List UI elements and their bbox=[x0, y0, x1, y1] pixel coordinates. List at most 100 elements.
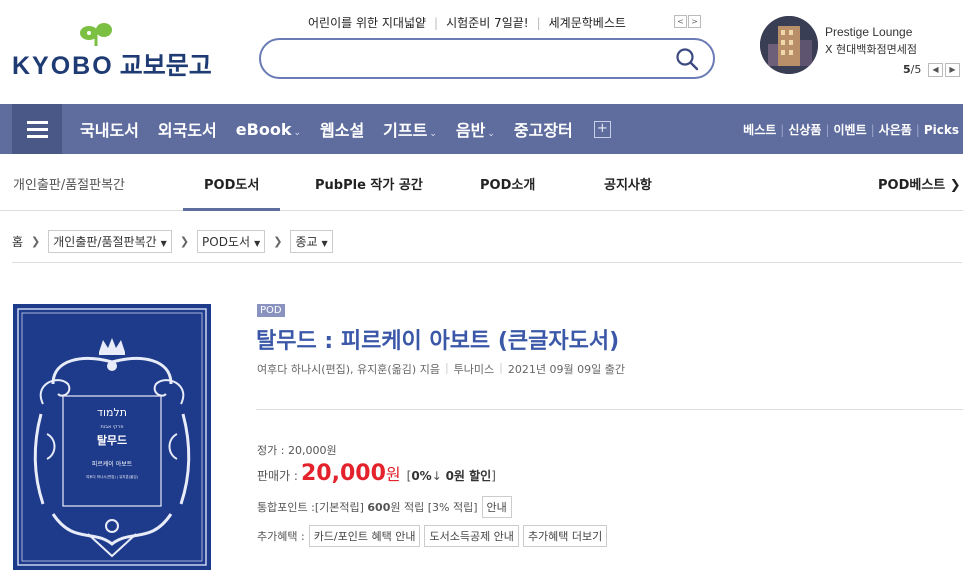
breadcrumb: 홈 ❯ 개인출판/품절판복간 ▼ ❯ POD도서 ▼ ❯ 종교 ▼ bbox=[12, 230, 333, 253]
promo-next-icon[interactable]: ▶ bbox=[945, 63, 960, 77]
divider bbox=[256, 409, 963, 410]
points-info-button[interactable]: 안내 bbox=[481, 496, 512, 518]
nav-item-music[interactable]: 음반 ⌄ bbox=[456, 117, 495, 141]
nav-items: 국내도서 외국도서 eBook ⌄ 웹소설 기프트 ⌄ 음반 ⌄ 중고장터 + bbox=[80, 104, 611, 154]
book-tax-deduction-button[interactable]: 도서소득공제 안내 bbox=[424, 525, 519, 547]
promo-pager: 5/5 bbox=[903, 63, 921, 76]
promo-prev-icon[interactable]: ◀ bbox=[928, 63, 943, 77]
divider: | bbox=[499, 361, 503, 374]
product-meta: 여후다 하나시(편집), 유지훈(옮김) 지음 | 투나미스 | 2021년 0… bbox=[257, 361, 625, 377]
cover-korean-title: 탈무드 bbox=[97, 434, 127, 447]
more-benefits-button[interactable]: 추가혜택 더보기 bbox=[522, 525, 608, 547]
chevron-down-icon: ⌄ bbox=[429, 129, 437, 139]
divider: | bbox=[536, 15, 541, 30]
nav-link-event[interactable]: 이벤트 bbox=[834, 121, 867, 138]
product-title: 탈무드 : 피르케이 아보트 (큰글자도서) bbox=[256, 329, 620, 354]
subnav-category[interactable]: 개인출판/품절판복간 bbox=[13, 174, 125, 193]
sale-price-row: 판매가 : 20,000 원 [0%↓ 0원 할인] bbox=[257, 461, 496, 486]
quick-link[interactable]: 어린이를 위한 지대넓얕 bbox=[308, 14, 426, 31]
discount-info: [0%↓ 0원 할인] bbox=[406, 469, 496, 483]
promo-thumbnail bbox=[760, 16, 818, 74]
nav-link-gifts[interactable]: 사은품 bbox=[879, 121, 912, 138]
tab-notice[interactable]: 공지사항 bbox=[604, 174, 652, 193]
divider: | bbox=[870, 122, 875, 137]
product-authors[interactable]: 여후다 하나시(편집), 유지훈(옮김) 지음 bbox=[257, 361, 440, 377]
hamburger-menu-icon[interactable] bbox=[12, 104, 62, 154]
product-pub-date: 2021년 09월 09일 출간 bbox=[507, 363, 625, 376]
points-rate: [3% 적립] bbox=[427, 501, 478, 514]
nav-link-best[interactable]: 베스트 bbox=[743, 121, 776, 138]
prev-arrow-icon[interactable]: < bbox=[674, 15, 687, 28]
quick-links: 어린이를 위한 지대넓얕 | 시험준비 7일끝! | 세계문학베스트 bbox=[308, 14, 626, 31]
sub-nav: 개인출판/품절판복간 POD도서 PubPle 작가 공간 POD소개 공지사항… bbox=[0, 154, 963, 211]
nav-item-ebook[interactable]: eBook ⌄ bbox=[236, 120, 301, 139]
promo-page-current: 5 bbox=[903, 63, 911, 76]
benefits-row: 추가혜택 : 카드/포인트 혜택 안내 도서소득공제 안내 추가혜택 더보기 bbox=[257, 525, 608, 547]
chevron-down-icon: ⌄ bbox=[293, 127, 301, 138]
divider: | bbox=[780, 122, 785, 137]
sale-price-unit: 원 bbox=[385, 465, 401, 484]
list-price: 20,000원 bbox=[287, 444, 337, 457]
kyobo-logo[interactable]: KYOBO 교보문고 bbox=[12, 22, 212, 80]
nav-link-new[interactable]: 신상품 bbox=[788, 121, 821, 138]
nav-link-picks[interactable]: Picks bbox=[924, 123, 959, 137]
plus-icon[interactable]: + bbox=[593, 120, 611, 138]
list-price-row: 정가 : 20,000원 bbox=[257, 442, 337, 458]
card-point-benefit-button[interactable]: 카드/포인트 혜택 안내 bbox=[308, 525, 421, 547]
search-bar bbox=[259, 38, 715, 79]
chevron-right-icon: ❯ bbox=[31, 235, 41, 248]
quick-links-pager: < > bbox=[674, 15, 702, 28]
breadcrumb-dropdown-religion[interactable]: 종교 ▼ bbox=[290, 230, 333, 253]
cover-hebrew-title: תלמוד bbox=[97, 406, 127, 419]
points-value: 600 bbox=[367, 500, 391, 514]
nav-item-web-novel[interactable]: 웹소설 bbox=[320, 117, 364, 141]
nav-item-gift[interactable]: 기프트 ⌄ bbox=[383, 117, 437, 141]
promo-page-total: /5 bbox=[910, 63, 922, 76]
cover-byline: 여후다 하나시(편집) | 유지훈(옮김) bbox=[86, 474, 138, 479]
chevron-right-icon: ❯ bbox=[273, 235, 283, 248]
list-price-label: 정가 : bbox=[257, 444, 288, 457]
search-icon[interactable] bbox=[675, 47, 699, 71]
discount-amount: 0원 할인 bbox=[445, 469, 492, 483]
points-row: 통합포인트 : [기본적립] 600 원 적립 [3% 적립] 안내 bbox=[257, 496, 512, 518]
breadcrumb-dropdown-category[interactable]: 개인출판/품절판복간 ▼ bbox=[48, 230, 172, 253]
sale-price-label: 판매가 : bbox=[257, 469, 298, 483]
search-input[interactable] bbox=[279, 49, 659, 69]
nav-item-used-market[interactable]: 중고장터 bbox=[514, 117, 573, 141]
nav-right-links: 베스트 | 신상품 | 이벤트 | 사은품 | Picks bbox=[743, 121, 959, 138]
points-basic: [기본적립] bbox=[314, 501, 364, 514]
quick-link[interactable]: 시험준비 7일끝! bbox=[446, 14, 529, 31]
main-nav: 국내도서 외국도서 eBook ⌄ 웹소설 기프트 ⌄ 음반 ⌄ 중고장터 + 베스트… bbox=[0, 104, 963, 154]
tab-pubple-author[interactable]: PubPle 작가 공간 bbox=[315, 174, 423, 193]
cover-hebrew-subtitle: פרקי אבות bbox=[100, 424, 123, 430]
divider: | bbox=[825, 122, 830, 137]
discount-pct: 0% bbox=[411, 469, 432, 483]
breadcrumb-dropdown-pod[interactable]: POD도서 ▼ bbox=[197, 230, 266, 253]
nav-item-domestic-books[interactable]: 국내도서 bbox=[80, 117, 139, 141]
product-publisher[interactable]: 투나미스 bbox=[454, 361, 494, 377]
logo-korean: 교보문고 bbox=[119, 52, 212, 80]
points-unit: 원 적립 bbox=[390, 501, 425, 514]
chevron-down-icon: ⌄ bbox=[487, 129, 495, 139]
cover-subtitle: 피르케이 아보트 bbox=[92, 460, 133, 468]
tab-pod-intro[interactable]: POD소개 bbox=[480, 174, 535, 193]
caret-down-icon: ▼ bbox=[254, 239, 261, 248]
logo-text: KYOBO 교보문고 bbox=[12, 52, 212, 80]
promo-banner[interactable]: Prestige Lounge X 현대백화점면세점 5/5 ◀ ▶ bbox=[760, 16, 960, 78]
sprout-icon bbox=[80, 23, 112, 46]
divider bbox=[12, 262, 962, 263]
quick-link[interactable]: 세계문학베스트 bbox=[549, 14, 626, 31]
tab-pod-best[interactable]: POD베스트 ❯ bbox=[878, 174, 961, 193]
divider: | bbox=[434, 15, 439, 30]
chevron-right-icon: ❯ bbox=[179, 235, 190, 248]
breadcrumb-home[interactable]: 홈 bbox=[12, 233, 23, 250]
caret-down-icon: ▼ bbox=[321, 239, 328, 248]
promo-subtitle: X 현대백화점면세점 bbox=[825, 43, 917, 56]
points-label: 통합포인트 : bbox=[257, 501, 315, 514]
tab-pod-books[interactable]: POD도서 bbox=[183, 174, 281, 211]
next-arrow-icon[interactable]: > bbox=[688, 15, 701, 28]
sale-price: 20,000 bbox=[300, 461, 386, 486]
nav-item-foreign-books[interactable]: 외국도서 bbox=[158, 117, 217, 141]
book-cover[interactable]: תלמוד פרקי אבות 탈무드 피르케이 아보트 여후다 하나시(편집)… bbox=[13, 304, 211, 570]
benefits-label: 추가혜택 : bbox=[257, 530, 305, 543]
